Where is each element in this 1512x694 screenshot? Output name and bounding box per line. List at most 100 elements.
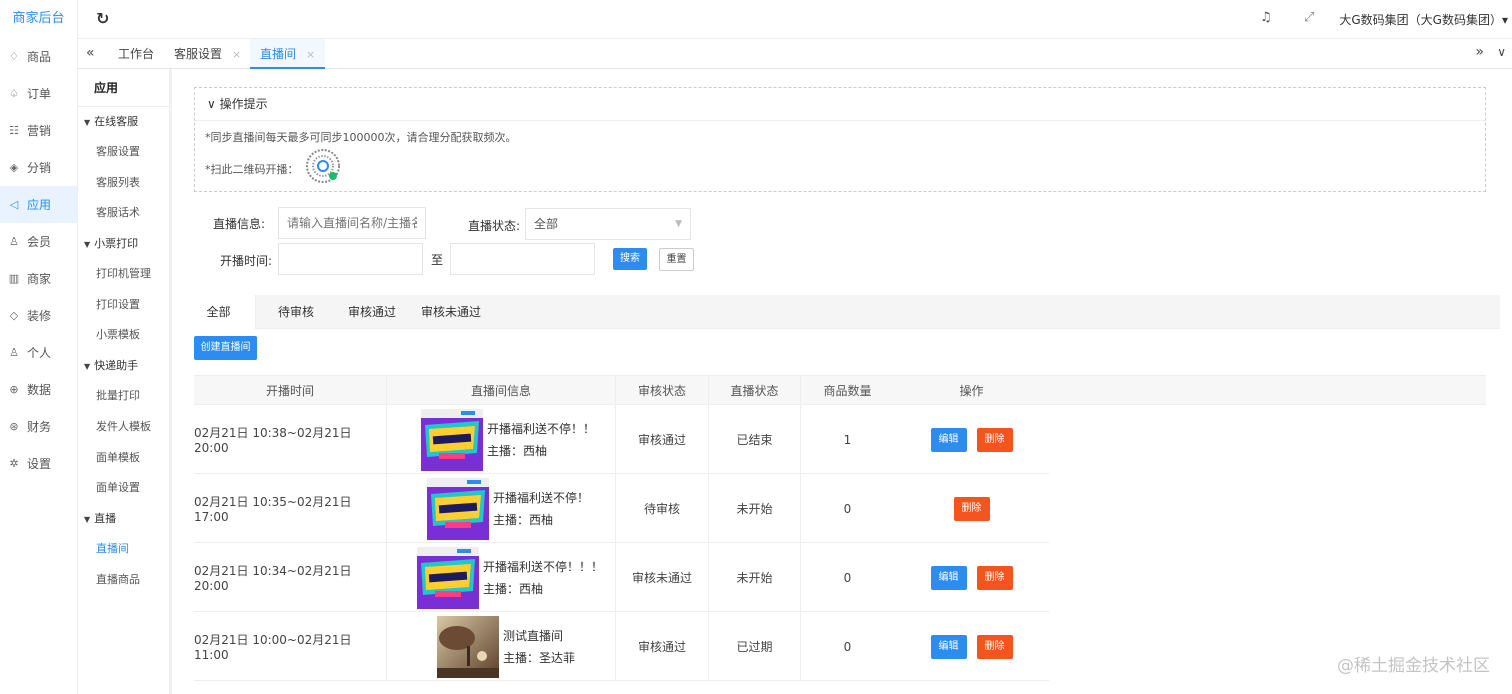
cell-start-time: 02月21日 10:35~02月21日 17:00	[194, 474, 387, 543]
notification-bell-icon[interactable]: ♫	[1260, 10, 1272, 25]
sidebar-item[interactable]: ♤ 订单	[0, 75, 77, 112]
live-info-input[interactable]	[278, 207, 426, 239]
table-row: 02月21日 10:38~02月21日 20:00 开播福利送不停！！ 主播：西柚…	[194, 405, 1049, 474]
sidebar-item-label: 个人	[27, 346, 52, 360]
table-header: 开播时间 直播间信息 审核状态 直播状态 商品数量 操作	[194, 375, 1486, 406]
globe-icon: ⊕	[9, 383, 19, 396]
tips-line-1: *同步直播间每天最多可同步100000次，请合理分配获取频次。	[205, 131, 517, 144]
tabs-next-icon[interactable]: »	[1475, 44, 1484, 60]
yen-icon: ⊛	[9, 420, 19, 433]
person-icon: ♙	[9, 346, 19, 359]
sidebar-item[interactable]: ◈ 分销	[0, 149, 77, 186]
cell-audit-status: 审核通过	[616, 405, 709, 474]
sidebar-item[interactable]: ♢ 商品	[0, 38, 77, 75]
primary-sidebar: 商家后台 ♢ 商品 ♤ 订单 ☷ 营销 ◈ 分销 ◁ 应用 ♙ 会员 ▥ 商家 ◇ 装修 ♙ 个人 ⊕ 数据 ⊛ 财务 ✲ 设…	[0, 0, 78, 694]
sidebar-item-label: 设置	[27, 457, 52, 471]
submenu-group[interactable]: ▼ 快递助手	[78, 351, 169, 381]
tab-workbench[interactable]: 工作台	[108, 39, 164, 69]
fullscreen-icon[interactable]: ⤢	[1304, 10, 1314, 25]
sidebar-item[interactable]: ▥ 商家	[0, 260, 77, 297]
tab-all[interactable]: 全部	[182, 295, 256, 329]
submenu-item[interactable]: 客服话术	[78, 198, 169, 229]
cell-audit-status: 审核未通过	[616, 543, 709, 612]
edit-button[interactable]: 编辑	[930, 634, 967, 659]
sidebar-item[interactable]: ✲ 设置	[0, 445, 77, 482]
submenu-item[interactable]: 批量打印	[78, 381, 169, 412]
sidebar-item-label: 商家	[27, 272, 52, 286]
submenu-item[interactable]: 直播商品	[78, 565, 169, 596]
sidebar-item[interactable]: ⊛ 财务	[0, 408, 77, 445]
delete-button[interactable]: 删除	[976, 634, 1013, 659]
anchor-name: 主播：西柚	[483, 581, 544, 596]
start-time-to-input[interactable]	[450, 243, 595, 275]
sidebar-item[interactable]: ◁ 应用	[0, 186, 77, 223]
chevron-down-icon: ∨	[207, 97, 216, 111]
submenu-group[interactable]: ▼ 小票打印	[78, 229, 169, 259]
delete-button[interactable]: 删除	[953, 496, 990, 521]
cell-product-count: 0	[843, 570, 852, 585]
live-status-select[interactable]: 全部 ▼	[525, 208, 691, 240]
chevron-down-icon[interactable]: ∨	[1497, 45, 1506, 59]
caret-down-icon: ▼	[84, 514, 91, 524]
submenu-item[interactable]: 发件人模板	[78, 412, 169, 443]
reset-button[interactable]: 重置	[659, 248, 694, 271]
live-info-text: 测试直播间 主播：圣达菲	[503, 625, 575, 669]
submenu-item[interactable]: 面单模板	[78, 443, 169, 474]
edit-button[interactable]: 编辑	[930, 565, 967, 590]
column-header: 直播间信息	[387, 376, 616, 406]
sidebar-item[interactable]: ◇ 装修	[0, 297, 77, 334]
live-info-label: 直播信息:	[213, 217, 266, 231]
send-icon: ◁	[9, 198, 19, 211]
live-room-name: 开播福利送不停！！！	[483, 559, 604, 574]
submenu-item[interactable]: 小票模板	[78, 320, 169, 351]
tab-rejected[interactable]: 审核未通过	[408, 295, 494, 329]
cell-live-info[interactable]: 开播福利送不停！ 主播：西柚	[387, 474, 616, 543]
submenu-item[interactable]: 客服列表	[78, 168, 169, 199]
tab-label: 工作台	[118, 47, 155, 61]
cell-live-info[interactable]: 测试直播间 主播：圣达菲	[387, 612, 616, 681]
sidebar-item-label: 财务	[27, 420, 52, 434]
cell-live-info[interactable]: 开播福利送不停！！！ 主播：西柚	[387, 543, 616, 612]
tab-pending[interactable]: 待审核	[256, 295, 336, 329]
column-header: 审核状态	[616, 376, 709, 406]
cell-live-status: 已结束	[709, 405, 801, 474]
submenu-item[interactable]: 面单设置	[78, 473, 169, 504]
search-button[interactable]: 搜索	[613, 248, 647, 270]
edit-button[interactable]: 编辑	[930, 427, 967, 452]
start-time-from-input[interactable]	[278, 243, 423, 275]
tabs-prev-icon[interactable]: «	[86, 45, 95, 61]
live-room-cover-image	[427, 477, 489, 540]
user-menu[interactable]: 大G数码集团（大G数码集团）▾	[1339, 11, 1508, 28]
tab-label: 客服设置	[174, 47, 223, 61]
brand-title[interactable]: 商家后台	[0, 0, 77, 38]
submenu-item[interactable]: 客服设置	[78, 137, 169, 168]
submenu-item[interactable]: 打印设置	[78, 290, 169, 321]
cell-audit-status: 待审核	[616, 474, 709, 543]
sidebar-item[interactable]: ♙ 个人	[0, 334, 77, 371]
live-info-text: 开播福利送不停！！！ 主播：西柚	[483, 556, 603, 600]
cell-audit-status: 审核通过	[616, 612, 709, 681]
sidebar-item[interactable]: ⊕ 数据	[0, 371, 77, 408]
submenu-item[interactable]: 打印机管理	[78, 259, 169, 290]
sidebar-item[interactable]: ☷ 营销	[0, 112, 77, 149]
main-content: ∨ 操作提示 *同步直播间每天最多可同步100000次，请合理分配获取频次。 *…	[172, 69, 1512, 694]
tips-header[interactable]: ∨ 操作提示	[195, 88, 1485, 121]
delete-button[interactable]: 删除	[976, 427, 1013, 452]
refresh-icon[interactable]: ↻	[96, 9, 109, 28]
tab-approved[interactable]: 审核通过	[336, 295, 408, 329]
caret-down-icon: ▼	[84, 118, 91, 127]
submenu-group[interactable]: ▼ 直播	[78, 504, 169, 534]
sidebar-item-label: 营销	[27, 124, 52, 138]
submenu-item[interactable]: 直播间	[78, 534, 169, 565]
tab-service-settings[interactable]: 客服设置 ×	[164, 39, 251, 69]
cell-live-info[interactable]: 开播福利送不停！！ 主播：西柚	[387, 405, 616, 474]
create-live-room-button[interactable]: 创建直播间	[194, 336, 257, 360]
cell-actions: 编辑 删除	[894, 543, 1049, 612]
close-icon[interactable]: ×	[232, 48, 241, 61]
sidebar-item[interactable]: ♙ 会员	[0, 223, 77, 260]
delete-button[interactable]: 删除	[976, 565, 1013, 590]
submenu-group[interactable]: ▼ 在线客服	[78, 107, 169, 137]
tab-live-room[interactable]: 直播间 ×	[250, 39, 326, 69]
close-icon[interactable]: ×	[306, 48, 315, 61]
sidebar-item-label: 数据	[27, 383, 52, 397]
